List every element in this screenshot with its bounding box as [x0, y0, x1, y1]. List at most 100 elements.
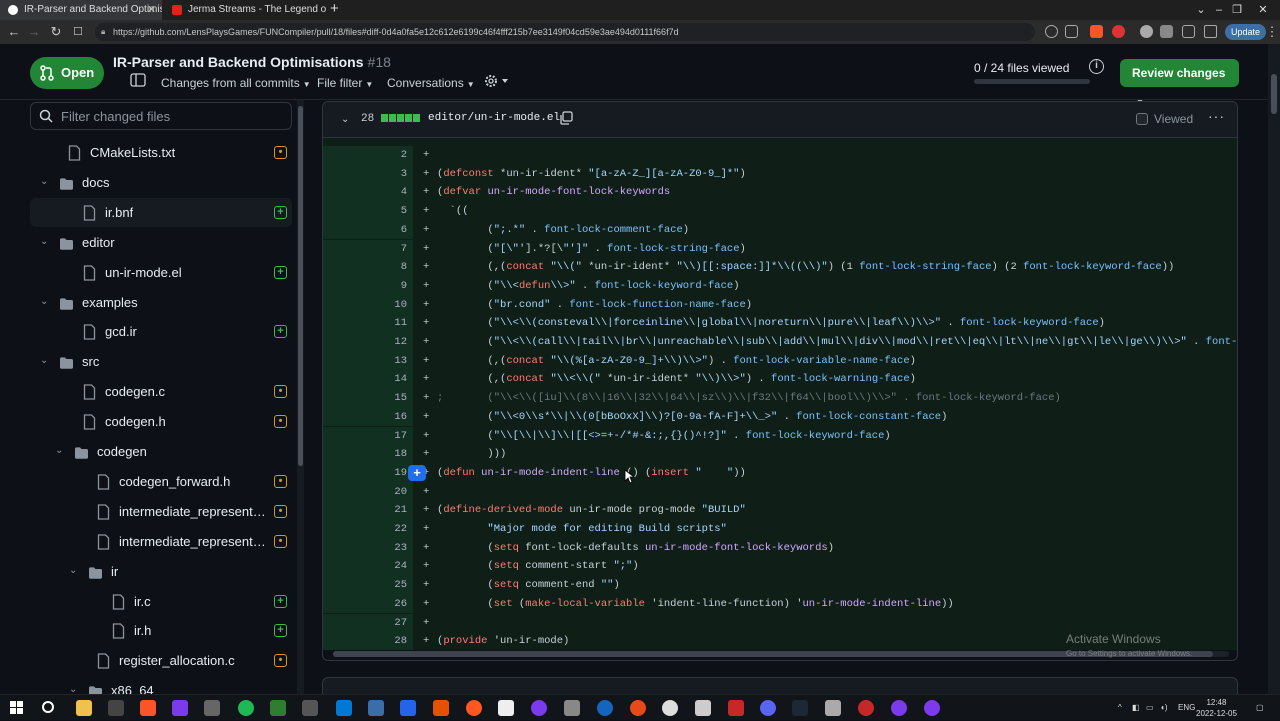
taskbar-app-icon[interactable] — [204, 700, 220, 716]
line-number[interactable]: 23 — [323, 538, 413, 558]
steam-icon[interactable] — [792, 700, 808, 716]
line-number[interactable]: 22 — [323, 520, 413, 539]
tree-file[interactable]: intermediate_representatio... • — [30, 527, 292, 556]
tray-app-icon[interactable]: ◧ — [1132, 695, 1140, 721]
line-number[interactable]: 25 — [323, 576, 413, 595]
line-number[interactable]: 18 — [323, 445, 413, 464]
line-number[interactable]: 17 — [323, 426, 413, 446]
tree-folder[interactable]: ⌄ codegen — [30, 437, 292, 466]
windows-start-icon[interactable] — [10, 701, 24, 715]
discord-icon[interactable] — [760, 700, 776, 716]
zoom-icon[interactable] — [1045, 25, 1058, 38]
diff-file-path[interactable]: editor/un-ir-mode.el — [428, 112, 560, 124]
terminal-icon[interactable] — [108, 700, 124, 716]
taskbar-app-icon[interactable] — [695, 700, 711, 716]
viewed-checkbox[interactable] — [1136, 113, 1148, 125]
network-icon[interactable]: ▭ — [1146, 695, 1154, 721]
tree-folder[interactable]: ⌄ examples — [30, 288, 292, 317]
taskbar-app-icon[interactable] — [630, 700, 646, 716]
filter-files-box[interactable] — [30, 102, 292, 130]
brave-rewards-icon[interactable] — [1112, 25, 1125, 38]
tree-file[interactable]: register_allocation.c • — [30, 646, 292, 675]
line-number[interactable]: 20 — [323, 482, 413, 502]
back-button[interactable]: ← — [4, 20, 24, 44]
taskbar-app-icon[interactable] — [400, 700, 416, 716]
tree-folder[interactable]: ⌄ src — [30, 347, 292, 376]
info-icon[interactable]: i — [1089, 59, 1104, 74]
line-number[interactable]: 16 — [323, 407, 413, 427]
taskbar-app-icon[interactable] — [368, 700, 384, 716]
page-scrollbar[interactable] — [1268, 44, 1280, 694]
tree-file[interactable]: gcd.ir + — [30, 317, 292, 346]
chevron-down-icon[interactable]: ⌄ — [40, 296, 48, 307]
line-number[interactable]: 12 — [323, 333, 413, 352]
chevron-down-icon[interactable]: ⌄ — [40, 355, 48, 366]
line-number[interactable]: 4 — [323, 183, 413, 203]
line-number[interactable]: 2 — [323, 146, 413, 165]
extension-icon[interactable] — [1140, 25, 1153, 38]
vscode-icon[interactable] — [336, 700, 352, 716]
filter-files-input[interactable] — [61, 107, 281, 125]
sidebar-scrollbar[interactable] — [297, 100, 304, 694]
line-number[interactable]: 24 — [323, 557, 413, 577]
sidebar-toggle-icon[interactable] — [1182, 25, 1195, 38]
url-field[interactable]: 🔒︎ https://github.com/LensPlaysGames/FUN… — [95, 23, 1035, 41]
tree-file[interactable]: un-ir-mode.el + — [30, 258, 292, 287]
line-number[interactable]: 28 — [323, 632, 413, 650]
taskbar-app-icon[interactable] — [597, 700, 613, 716]
volume-icon[interactable]: ◖) — [1160, 695, 1168, 721]
tray-chevron-icon[interactable]: ^ — [1118, 695, 1122, 721]
tree-file[interactable]: CMakeLists.txt • — [30, 138, 292, 167]
brave-browser-icon[interactable] — [140, 700, 156, 716]
tree-file[interactable]: intermediate_representatio... • — [30, 497, 292, 526]
tree-file[interactable]: codegen.c • — [30, 377, 292, 406]
taskbar-app-icon[interactable] — [270, 700, 286, 716]
line-number[interactable]: 3 — [323, 164, 413, 184]
file-filter-dropdown[interactable]: File filter ▼ — [317, 76, 373, 90]
line-number[interactable]: 19 — [323, 463, 413, 483]
kebab-menu-icon[interactable]: ··· — [1208, 108, 1225, 124]
line-number[interactable]: 21 — [323, 501, 413, 520]
taskbar-app-icon[interactable] — [433, 700, 449, 716]
notification-icon[interactable]: ▢ — [1256, 695, 1264, 721]
line-number[interactable]: 5 — [323, 202, 413, 221]
chevron-down-icon[interactable]: ⌄ — [40, 176, 48, 187]
taskbar-app-icon[interactable] — [662, 700, 678, 716]
brave-shields-icon[interactable] — [1090, 25, 1103, 38]
tree-folder[interactable]: ⌄ x86_64 — [30, 676, 292, 694]
line-number[interactable]: 27 — [323, 613, 413, 633]
file-explorer-icon[interactable] — [76, 700, 92, 716]
browser-tab-youtube[interactable]: Jerma Streams - The Legend of Zelda — [164, 0, 326, 20]
taskbar-app-icon[interactable] — [825, 700, 841, 716]
tree-folder[interactable]: ⌄ ir — [30, 557, 292, 586]
line-number[interactable]: 26 — [323, 594, 413, 614]
line-number[interactable]: 7 — [323, 239, 413, 259]
review-changes-button[interactable]: Review changes ▼ — [1120, 59, 1239, 107]
tree-file[interactable]: ir.c + — [30, 587, 292, 616]
tree-file[interactable]: ir.h + — [30, 616, 292, 645]
taskbar-app-icon[interactable] — [498, 700, 514, 716]
line-number[interactable]: 14 — [323, 370, 413, 390]
taskbar-app-icon[interactable] — [728, 700, 744, 716]
chevron-down-icon[interactable]: ⌄ — [55, 445, 63, 456]
tree-folder[interactable]: ⌄ editor — [30, 228, 292, 257]
language-indicator[interactable]: ENG — [1178, 695, 1195, 721]
taskbar-app-icon[interactable] — [466, 700, 482, 716]
spotify-icon[interactable] — [238, 700, 254, 716]
tree-file[interactable]: codegen.h • — [30, 407, 292, 436]
changes-from-dropdown[interactable]: Changes from all commits ▼ — [161, 76, 311, 90]
chevron-down-icon[interactable]: ⌄ — [40, 236, 48, 247]
puzzle-icon[interactable] — [1160, 25, 1173, 38]
chevron-down-icon[interactable]: ⌄ — [341, 114, 349, 125]
taskbar-app-icon[interactable] — [172, 700, 188, 716]
taskbar-search-icon[interactable] — [42, 701, 54, 713]
taskbar-app-icon[interactable] — [924, 700, 940, 716]
wallet-icon[interactable] — [1204, 25, 1217, 38]
new-tab-button[interactable]: + — [330, 0, 339, 18]
settings-gear-icon[interactable] — [483, 73, 509, 92]
taskbar-app-icon[interactable] — [531, 700, 547, 716]
reload-button[interactable]: ↻ — [46, 20, 66, 44]
update-button[interactable]: Update — [1225, 24, 1267, 40]
line-number[interactable]: 10 — [323, 295, 413, 315]
line-number[interactable]: 11 — [323, 314, 413, 333]
